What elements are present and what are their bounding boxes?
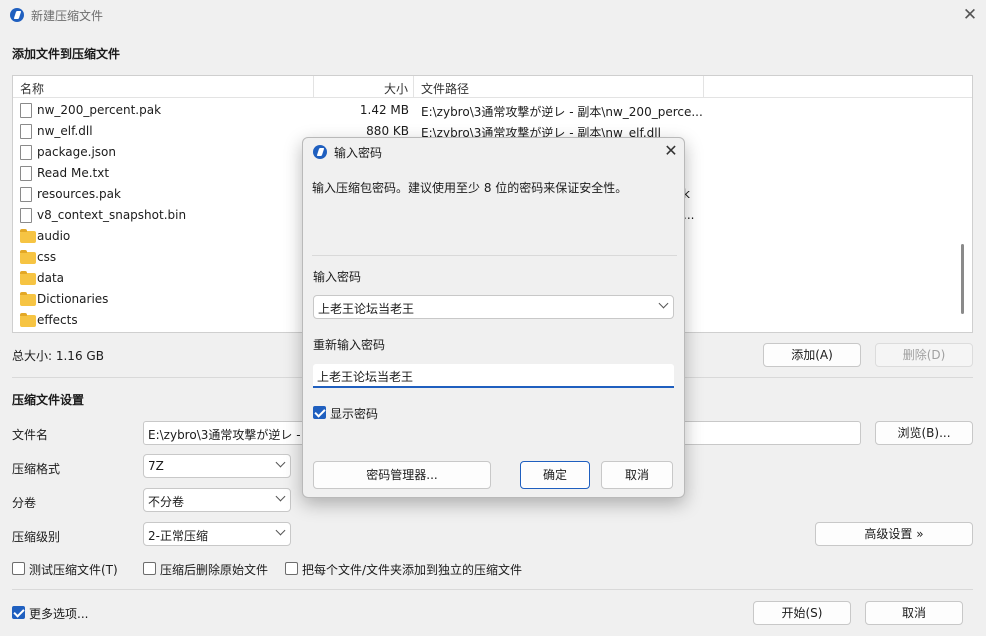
file-list-header: 名称 大小 文件路径 — [13, 76, 972, 98]
chevron-down-icon — [275, 491, 286, 502]
file-name: Dictionaries — [37, 292, 109, 306]
folder-icon — [20, 292, 36, 306]
file-icon — [20, 208, 32, 223]
delete-after-label[interactable]: 压缩后删除原始文件 — [160, 561, 268, 578]
file-path: E:\zybro\3通常攻撃が逆レ - 副本\nw_200_perce... — [421, 105, 703, 119]
chevron-down-icon — [275, 457, 286, 468]
column-path-header[interactable]: 文件路径 — [421, 80, 469, 97]
window-title: 新建压缩文件 — [31, 9, 104, 23]
close-icon[interactable]: ✕ — [960, 5, 980, 25]
separate-archives-label[interactable]: 把每个文件/文件夹添加到独立的压缩文件 — [302, 561, 522, 578]
start-button[interactable]: 开始(S) — [753, 601, 851, 625]
split-value: 不分卷 — [148, 495, 185, 509]
filename-value: E:\zybro\3通常攻撃が逆レ - — [148, 428, 301, 442]
browse-button[interactable]: 浏览(B)... — [875, 421, 973, 445]
show-password-label[interactable]: 显示密码 — [330, 405, 378, 422]
file-size: 880 KB — [366, 124, 409, 138]
test-archive-label[interactable]: 测试压缩文件(T) — [29, 561, 118, 578]
dialog-title: 输入密码 — [334, 146, 383, 160]
file-icon — [20, 187, 32, 202]
ok-button[interactable]: 确定 — [520, 461, 590, 489]
file-name: data — [37, 271, 65, 285]
dialog-cancel-button[interactable]: 取消 — [601, 461, 673, 489]
column-size-header[interactable]: 大小 — [384, 80, 408, 97]
test-archive-checkbox[interactable] — [12, 562, 25, 575]
footer-divider — [12, 589, 973, 590]
file-name: css — [37, 250, 57, 264]
settings-heading: 压缩文件设置 — [12, 393, 85, 407]
file-name: package.json — [37, 145, 117, 159]
file-size: 1.42 MB — [359, 103, 409, 117]
password-label: 输入密码 — [313, 270, 362, 284]
cancel-button[interactable]: 取消 — [865, 601, 963, 625]
level-select[interactable]: 2-正常压缩 — [143, 522, 291, 546]
format-value: 7Z — [148, 459, 164, 473]
password-dialog: 输入密码 ✕ 输入压缩包密码。建议使用至少 8 位的密码来保证安全性。 输入密码… — [302, 137, 685, 498]
text-file-icon — [20, 166, 32, 181]
json-file-icon — [20, 145, 32, 160]
add-button[interactable]: 添加(A) — [763, 343, 861, 367]
advanced-settings-button[interactable]: 高级设置 » — [815, 522, 973, 546]
filename-label: 文件名 — [12, 428, 49, 442]
column-name-header[interactable]: 名称 — [20, 80, 44, 97]
delete-after-checkbox[interactable] — [143, 562, 156, 575]
folder-icon — [20, 250, 36, 264]
split-select[interactable]: 不分卷 — [143, 488, 291, 512]
app-logo-icon — [10, 8, 24, 22]
chevron-down-icon — [275, 525, 286, 536]
file-name: effects — [37, 313, 78, 327]
title-bar — [0, 0, 986, 30]
add-files-heading: 添加文件到压缩文件 — [12, 47, 121, 61]
file-name: Read Me.txt — [37, 166, 110, 180]
total-size-label: 总大小: 1.16 GB — [12, 349, 104, 363]
dialog-description: 输入压缩包密码。建议使用至少 8 位的密码来保证安全性。 — [312, 181, 628, 195]
more-options-label[interactable]: 更多选项... — [29, 605, 88, 622]
delete-button[interactable]: 删除(D) — [875, 343, 973, 367]
list-item[interactable]: nw_200_percent.pak 1.42 MB E:\zybro\3通常攻撃が… — [13, 100, 953, 121]
file-name: resources.pak — [37, 187, 121, 201]
file-icon — [20, 103, 32, 118]
password-input[interactable]: 上老王论坛当老王 — [313, 295, 674, 319]
file-name: nw_elf.dll — [37, 124, 93, 138]
folder-icon — [20, 229, 36, 243]
confirm-password-value: 上老王论坛当老王 — [317, 370, 414, 384]
show-password-checkbox[interactable] — [313, 406, 326, 419]
confirm-password-input[interactable]: 上老王论坛当老王 — [313, 364, 674, 388]
level-value: 2-正常压缩 — [148, 529, 208, 543]
dll-file-icon — [20, 124, 32, 139]
app-logo-icon — [313, 145, 327, 159]
password-manager-button[interactable]: 密码管理器... — [313, 461, 491, 489]
password-value: 上老王论坛当老王 — [318, 302, 415, 316]
level-label: 压缩级别 — [12, 530, 61, 544]
format-select[interactable]: 7Z — [143, 454, 291, 478]
folder-icon — [20, 313, 36, 327]
dialog-divider — [312, 255, 677, 256]
more-options-checkbox[interactable] — [12, 606, 25, 619]
file-name: audio — [37, 229, 71, 243]
file-name: nw_200_percent.pak — [37, 103, 162, 117]
separate-archives-checkbox[interactable] — [285, 562, 298, 575]
folder-icon — [20, 271, 36, 285]
confirm-password-label: 重新输入密码 — [313, 338, 386, 352]
chevron-down-icon[interactable] — [658, 298, 669, 309]
file-list-scrollbar[interactable] — [961, 244, 964, 314]
format-label: 压缩格式 — [12, 462, 61, 476]
dialog-close-icon[interactable]: ✕ — [661, 141, 681, 161]
split-label: 分卷 — [12, 496, 37, 510]
file-name: v8_context_snapshot.bin — [37, 208, 187, 222]
